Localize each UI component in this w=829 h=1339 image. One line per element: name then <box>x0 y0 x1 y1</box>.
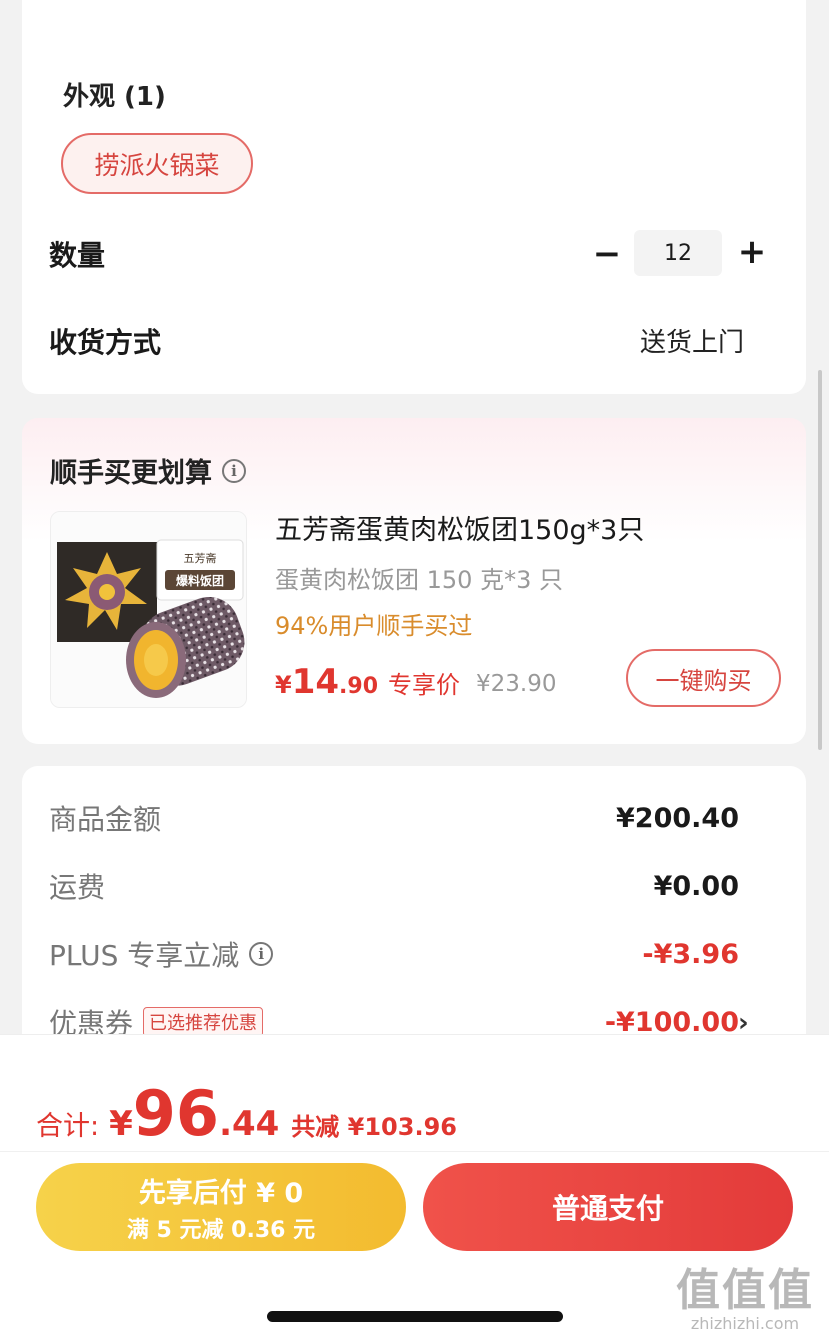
watermark-logo: 值值值 zhizhizhi.com <box>676 1254 814 1333</box>
info-circle-icon[interactable]: i <box>249 942 274 966</box>
image-brand-text: 五芳斋 <box>184 551 217 565</box>
coupon-value: -¥100.00 <box>604 1006 739 1038</box>
goods-amount-label: 商品金额 <box>49 803 162 836</box>
plus-discount-label-group: PLUS 专享立减 i <box>49 934 274 974</box>
normal-pay-button[interactable]: 普通支付 <box>423 1163 793 1251</box>
price-integer: 14 <box>291 662 340 702</box>
amount-card: 商品金额 ¥200.40 运费 ¥0.00 PLUS 专享立减 i -¥3.96… <box>22 766 806 1066</box>
freight-row: 运费 ¥0.00 <box>49 866 739 906</box>
total-line: 合计: ¥ 96 .44 共减 ¥103.96 <box>36 1077 457 1150</box>
watermark-url: zhizhizhi.com <box>690 1314 800 1333</box>
freight-label: 运费 <box>49 871 106 904</box>
appearance-option-chip[interactable]: 捞派火锅菜 <box>61 133 253 194</box>
total-saved: 共减 ¥103.96 <box>291 1113 457 1141</box>
shipping-value[interactable]: 送货上门 <box>640 322 744 359</box>
shipping-label: 收货方式 <box>49 326 162 359</box>
one-click-buy-button[interactable]: 一键购买 <box>626 649 781 707</box>
quantity-minus-button[interactable]: − <box>592 234 622 274</box>
price-symbol: ¥ <box>275 671 292 699</box>
product-old-price: ¥23.90 <box>476 671 557 697</box>
total-integer: 96 <box>132 1077 220 1150</box>
price-tag: 专享价 <box>388 671 461 699</box>
info-circle-icon[interactable]: i <box>222 458 246 483</box>
goods-amount-row: 商品金额 ¥200.40 <box>49 798 739 838</box>
product-spec: 蛋黄肉松饭团 150 克*3 只 <box>275 566 563 594</box>
product-price: ¥ 14 .90 专享价 <box>275 662 460 702</box>
total-label: 合计: <box>36 1111 100 1142</box>
upsell-card: 顺手买更划算 i 五芳斋 爆料饭团 五芳斋蛋黄肉松饭团150g*3只 蛋黄肉松饭… <box>22 418 806 744</box>
image-label-text: 爆料饭团 <box>176 573 224 588</box>
product-bought-rate: 94%用户顺手买过 <box>275 612 473 640</box>
plus-discount-value: -¥3.96 <box>642 938 739 970</box>
pay-later-promo: 满 5 元减 0.36 元 <box>126 1217 316 1243</box>
plus-discount-label: PLUS 专享立减 <box>49 939 240 972</box>
total-decimal: .44 <box>219 1104 280 1144</box>
scrollbar[interactable] <box>818 370 822 750</box>
goods-amount-value: ¥200.40 <box>616 802 739 834</box>
home-indicator <box>267 1311 563 1322</box>
divider <box>0 1151 829 1152</box>
rice-ball-illustration: 五芳斋 爆料饭团 <box>51 512 246 707</box>
price-decimal: .90 <box>339 674 379 699</box>
spec-card: 外观 (1) 捞派火锅菜 数量 − 12 + 收货方式 送货上门 <box>22 0 806 394</box>
quantity-label: 数量 <box>49 239 106 272</box>
watermark-glyphs: 值值值 <box>676 1265 814 1316</box>
product-image[interactable]: 五芳斋 爆料饭团 <box>50 511 247 708</box>
pay-later-title: 先享后付 ¥ 0 <box>138 1177 304 1209</box>
coupon-badge: 已选推荐优惠 <box>143 1007 264 1037</box>
quantity-plus-button[interactable]: + <box>735 232 769 272</box>
quantity-input[interactable]: 12 <box>634 230 722 276</box>
total-symbol: ¥ <box>109 1104 133 1144</box>
upsell-title-text: 顺手买更划算 <box>50 458 212 489</box>
upsell-title: 顺手买更划算 i <box>50 451 246 490</box>
appearance-title: 外观 (1) <box>63 82 166 112</box>
plus-discount-row: PLUS 专享立减 i -¥3.96 <box>49 934 739 974</box>
product-name[interactable]: 五芳斋蛋黄肉松饭团150g*3只 <box>275 508 644 547</box>
freight-value: ¥0.00 <box>653 870 739 902</box>
pay-later-button[interactable]: 先享后付 ¥ 0 满 5 元减 0.36 元 <box>36 1163 406 1251</box>
